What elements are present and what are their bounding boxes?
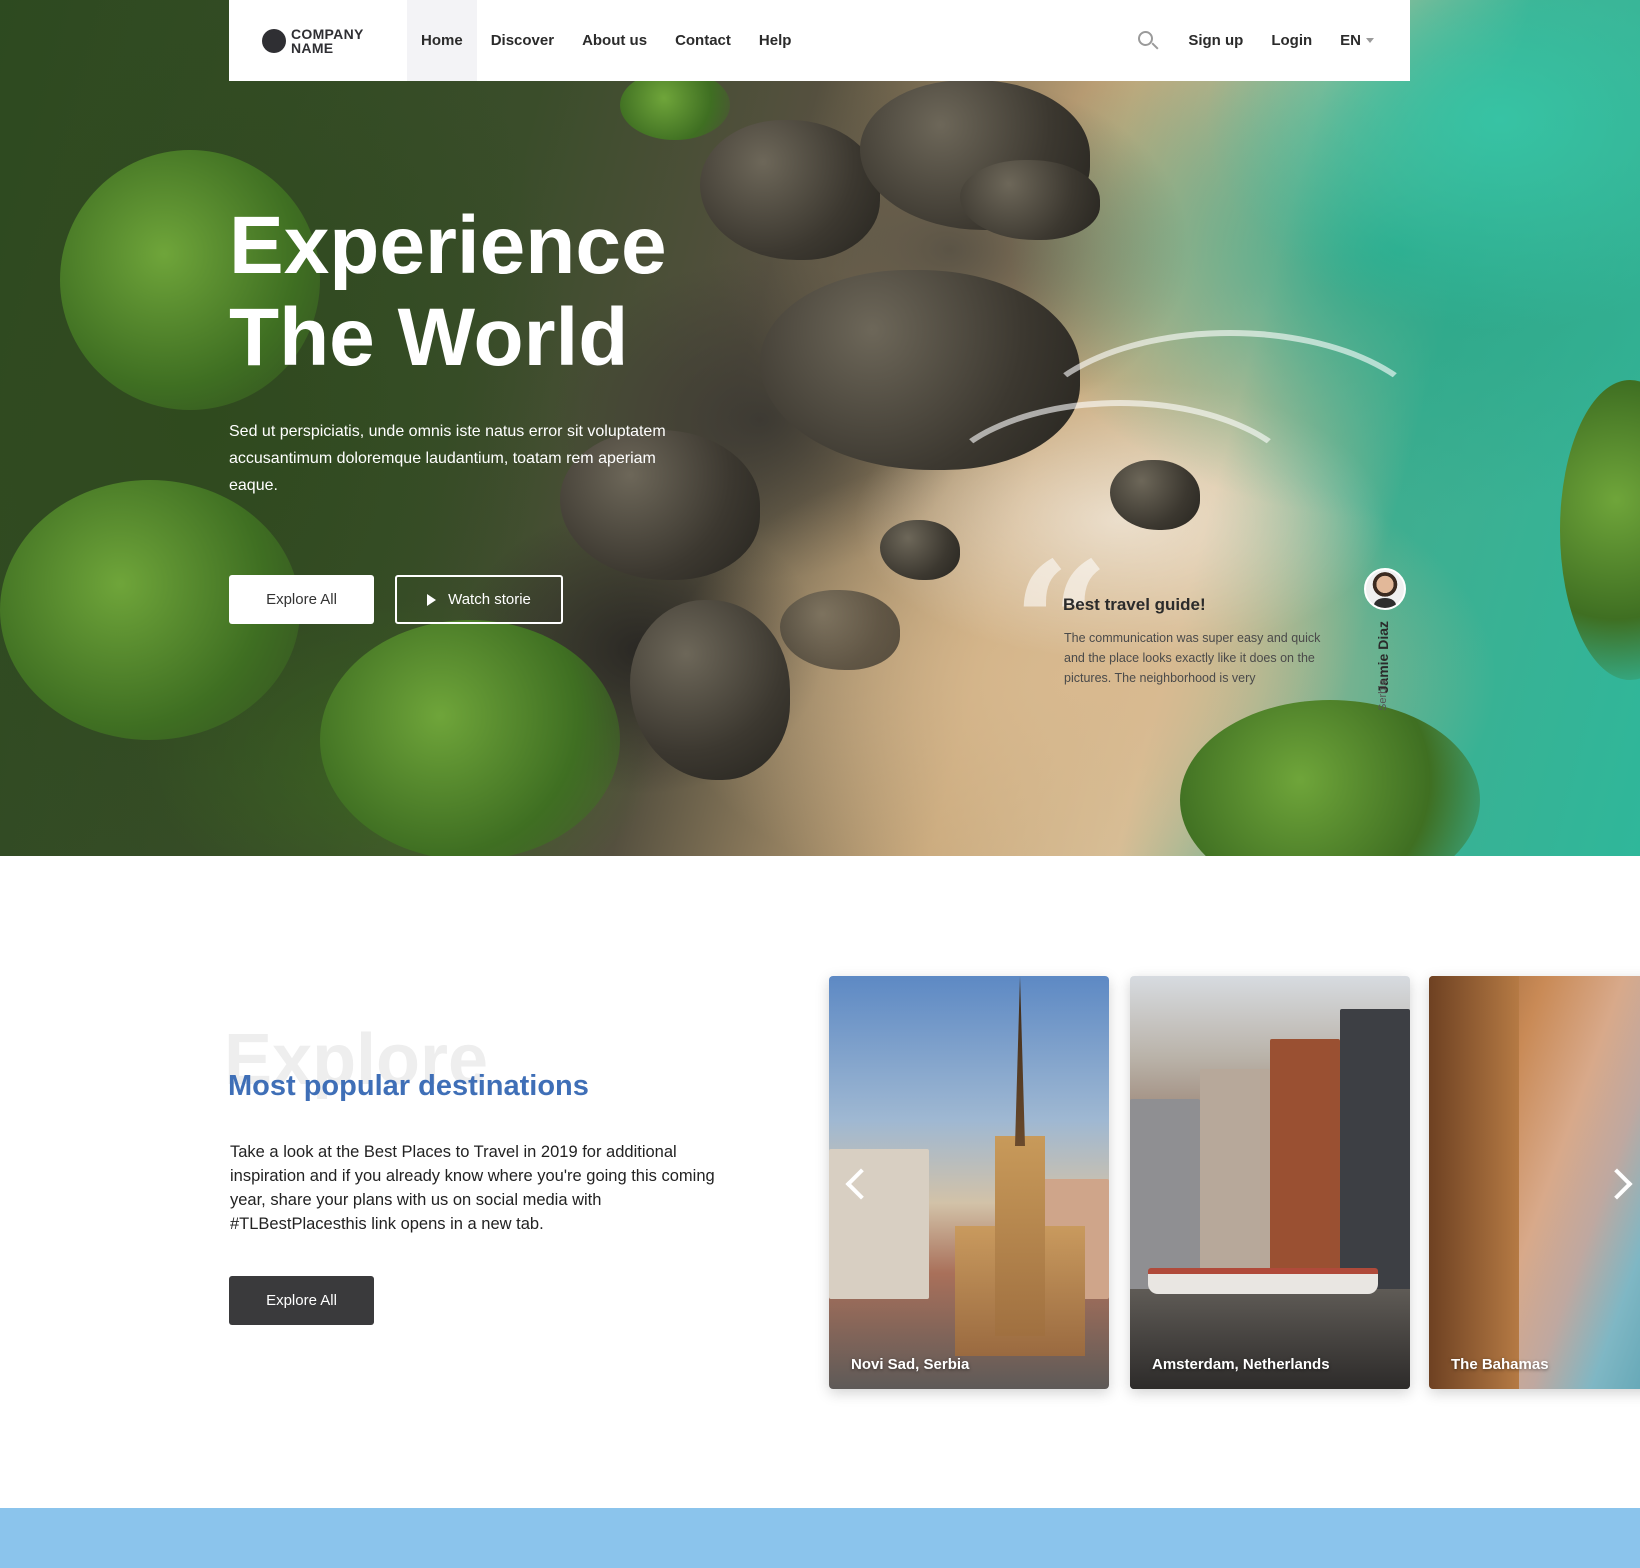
nav-link-discover[interactable]: Discover (477, 0, 568, 81)
nav-links: Home Discover About us Contact Help (407, 0, 805, 81)
nav-link-help[interactable]: Help (745, 0, 806, 81)
chevron-right-icon[interactable] (1604, 1165, 1632, 1205)
watch-stories-label: Watch storie (448, 591, 531, 608)
building (1200, 1069, 1270, 1299)
author-avatar (1364, 568, 1406, 610)
canal-boat (1148, 1268, 1378, 1294)
destination-card[interactable]: Amsterdam, Netherlands (1130, 976, 1410, 1389)
sign-up-link[interactable]: Sign up (1174, 0, 1257, 81)
language-label: EN (1340, 32, 1361, 49)
rock (780, 590, 900, 670)
church-spire (1015, 976, 1025, 1146)
church-tower (995, 1136, 1045, 1336)
section-title: Most popular destinations (228, 1070, 589, 1102)
foliage (1560, 380, 1640, 680)
hero-explore-all-button[interactable]: Explore All (229, 575, 374, 624)
nav-link-home[interactable]: Home (407, 0, 477, 81)
wave-foam (1020, 330, 1440, 550)
cliff (1429, 976, 1519, 1389)
footer-band (0, 1508, 1640, 1568)
caret-down-icon (1366, 38, 1374, 43)
destination-card-label: The Bahamas (1451, 1356, 1549, 1373)
hero-title-line-2: The World (229, 292, 629, 383)
destination-card-label: Novi Sad, Serbia (851, 1356, 970, 1373)
watch-stories-button[interactable]: Watch storie (395, 575, 563, 624)
hero-title: Experience The World (229, 200, 789, 384)
hero-title-line-1: Experience (229, 200, 667, 291)
chevron-left-icon[interactable] (842, 1165, 870, 1205)
company-logo[interactable]: COMPANY NAME (262, 27, 407, 55)
section-description: Take a look at the Best Places to Travel… (230, 1143, 715, 1233)
testimonial-text: The communication was super easy and qui… (1064, 631, 1321, 685)
foliage (320, 620, 620, 856)
logo-mark-icon (262, 28, 286, 53)
top-navbar: COMPANY NAME Home Discover About us Cont… (229, 0, 1410, 81)
search-icon[interactable] (1138, 30, 1159, 51)
logo-text: COMPANY NAME (291, 25, 364, 56)
hero-subtitle: Sed ut perspiciatis, unde omnis iste nat… (229, 423, 666, 494)
login-link[interactable]: Login (1257, 0, 1326, 81)
nav-actions: Sign up Login EN (1138, 0, 1374, 81)
canal-water (1130, 1289, 1410, 1389)
language-selector[interactable]: EN (1340, 32, 1374, 49)
testimonial-author: Jamie Diaz Serbia (1372, 621, 1394, 711)
author-country: Serbia (1377, 679, 1389, 711)
destination-card-label: Amsterdam, Netherlands (1152, 1356, 1330, 1373)
testimonial-title: Best travel guide! (1063, 595, 1206, 614)
nav-link-about-us[interactable]: About us (568, 0, 661, 81)
play-icon (427, 593, 437, 606)
destinations-explore-all-button[interactable]: Explore All (229, 1276, 374, 1325)
foliage (1180, 700, 1480, 856)
building (1340, 1009, 1410, 1299)
building (1270, 1039, 1340, 1299)
nav-link-contact[interactable]: Contact (661, 0, 745, 81)
rock (630, 600, 790, 780)
